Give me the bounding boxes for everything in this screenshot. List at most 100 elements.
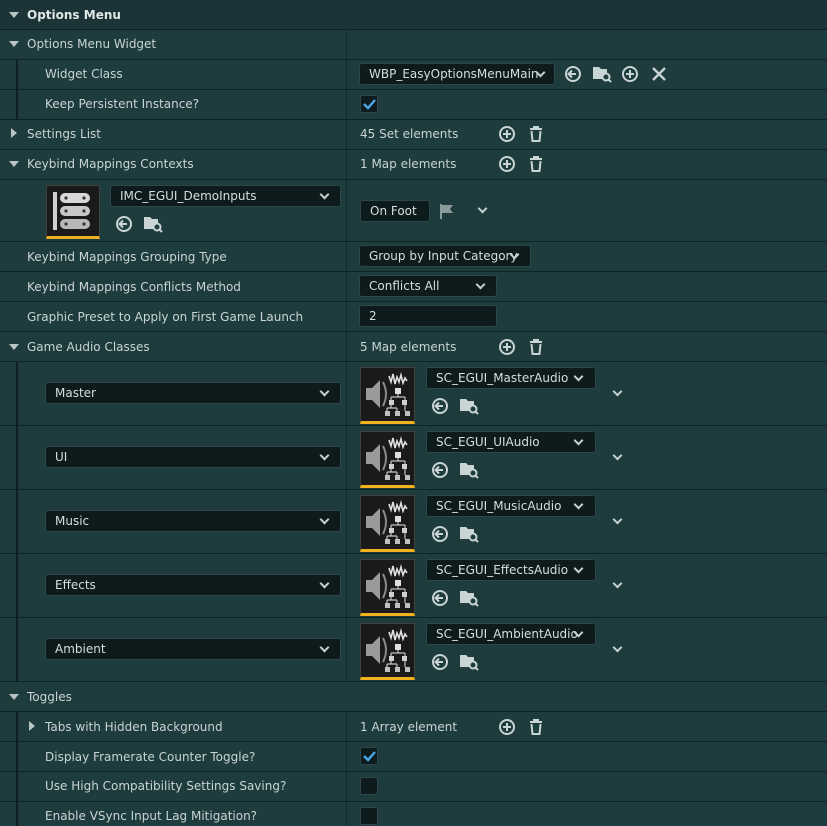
audio-key-dropdown[interactable]: Music xyxy=(45,510,341,532)
trash-icon[interactable] xyxy=(526,717,546,737)
chevron-down-icon[interactable] xyxy=(612,450,623,461)
grouping-type-dropdown[interactable]: Group by Input Category xyxy=(359,245,531,267)
audio-key-dropdown[interactable]: Master xyxy=(45,382,341,404)
keybind-value-text: On Foot xyxy=(370,204,417,218)
sound-class-thumbnail[interactable] xyxy=(360,431,415,488)
keep-persistent-checkbox[interactable] xyxy=(360,95,378,113)
folder-search-icon[interactable] xyxy=(458,524,480,544)
high-compat-label: Use High Compatibility Settings Saving? xyxy=(45,779,287,793)
chevron-down-icon xyxy=(319,450,330,461)
expand-icon[interactable] xyxy=(9,41,19,47)
chevron-down-icon xyxy=(573,563,584,574)
sound-class-value: SC_EGUI_AmbientAudio xyxy=(436,627,578,641)
input-context-thumbnail[interactable] xyxy=(46,185,100,239)
expand-right-icon[interactable] xyxy=(29,721,35,731)
options-menu-widget-label: Options Menu Widget xyxy=(27,37,157,51)
sound-class-icon xyxy=(366,499,410,544)
sound-class-thumbnail[interactable] xyxy=(360,367,415,424)
chevron-down-icon xyxy=(475,279,486,290)
sound-class-value: SC_EGUI_MasterAudio xyxy=(436,371,569,385)
conflicts-method-dropdown[interactable]: Conflicts All xyxy=(359,275,497,297)
trash-icon[interactable] xyxy=(526,337,546,357)
sound-class-icon xyxy=(366,627,410,672)
browse-arrow-icon[interactable] xyxy=(430,652,450,672)
grouping-type-label: Keybind Mappings Grouping Type xyxy=(27,250,227,264)
vsync-checkbox[interactable] xyxy=(360,807,378,825)
browse-arrow-icon[interactable] xyxy=(430,588,450,608)
flag-icon[interactable] xyxy=(438,202,456,220)
widget-class-value: WBP_EasyOptionsMenuMain xyxy=(369,67,539,81)
browse-arrow-icon[interactable] xyxy=(430,396,450,416)
audio-classes-count: 5 Map elements xyxy=(360,340,457,354)
graphic-preset-value: 2 xyxy=(369,309,377,323)
expand-icon[interactable] xyxy=(9,344,19,350)
keybind-contexts-label: Keybind Mappings Contexts xyxy=(27,157,194,171)
browse-arrow-icon[interactable] xyxy=(114,214,134,234)
plus-circle-icon[interactable] xyxy=(620,64,640,84)
chevron-down-icon xyxy=(573,499,584,510)
expand-icon[interactable] xyxy=(9,12,19,18)
sound-class-dropdown[interactable]: SC_EGUI_MusicAudio xyxy=(426,495,596,517)
chevron-down-icon[interactable] xyxy=(612,514,623,525)
section-title-options-menu: Options Menu xyxy=(27,8,121,22)
sound-class-thumbnail[interactable] xyxy=(360,559,415,616)
audio-key-dropdown[interactable]: Ambient xyxy=(45,638,341,660)
expand-icon[interactable] xyxy=(9,694,19,700)
audio-key-dropdown[interactable]: UI xyxy=(45,446,341,468)
folder-search-icon[interactable] xyxy=(458,460,480,480)
high-compat-checkbox[interactable] xyxy=(360,777,378,795)
keybind-contexts-count: 1 Map elements xyxy=(360,157,457,171)
plus-circle-icon[interactable] xyxy=(497,337,517,357)
plus-circle-icon[interactable] xyxy=(497,717,517,737)
x-icon[interactable] xyxy=(650,65,668,83)
sound-class-dropdown[interactable]: SC_EGUI_AmbientAudio xyxy=(426,623,596,645)
expand-icon[interactable] xyxy=(9,161,19,167)
trash-icon[interactable] xyxy=(526,154,546,174)
audio-key-dropdown[interactable]: Effects xyxy=(45,574,341,596)
toggles-label: Toggles xyxy=(27,690,72,704)
settings-list-count: 45 Set elements xyxy=(360,127,459,141)
browse-arrow-icon[interactable] xyxy=(430,460,450,480)
graphic-preset-input[interactable]: 2 xyxy=(359,305,497,327)
sound-class-dropdown[interactable]: SC_EGUI_EffectsAudio xyxy=(426,559,596,581)
framerate-toggle-checkbox[interactable] xyxy=(360,747,378,765)
chevron-down-icon xyxy=(319,189,330,200)
audio-key-value: Master xyxy=(55,386,96,400)
chevron-down-icon[interactable] xyxy=(477,203,488,214)
sound-class-value: SC_EGUI_MusicAudio xyxy=(436,499,562,513)
plus-circle-icon[interactable] xyxy=(497,124,517,144)
options-menu-header xyxy=(0,0,827,30)
expand-right-icon[interactable] xyxy=(11,128,17,138)
trash-icon[interactable] xyxy=(526,124,546,144)
audio-key-value: Ambient xyxy=(55,642,106,656)
chevron-down-icon[interactable] xyxy=(612,578,623,589)
input-context-value: IMC_EGUI_DemoInputs xyxy=(120,189,257,203)
sound-class-thumbnail[interactable] xyxy=(360,495,415,552)
folder-search-icon[interactable] xyxy=(458,396,480,416)
sound-class-value: SC_EGUI_EffectsAudio xyxy=(436,563,569,577)
browse-arrow-icon[interactable] xyxy=(563,64,583,84)
sound-class-thumbnail[interactable] xyxy=(360,623,415,680)
tabs-hidden-count: 1 Array element xyxy=(360,720,458,734)
sound-class-icon xyxy=(366,371,410,416)
folder-search-icon[interactable] xyxy=(142,214,164,234)
chevron-down-icon[interactable] xyxy=(612,386,623,397)
keep-persistent-label: Keep Persistent Instance? xyxy=(45,97,200,111)
folder-search-icon[interactable] xyxy=(591,64,613,84)
grouping-type-value: Group by Input Category xyxy=(369,249,518,263)
keybind-value-field[interactable]: On Foot xyxy=(360,200,430,222)
audio-classes-label: Game Audio Classes xyxy=(27,340,150,354)
folder-search-icon[interactable] xyxy=(458,652,480,672)
checkmark-icon xyxy=(363,751,376,762)
browse-arrow-icon[interactable] xyxy=(430,524,450,544)
plus-circle-icon[interactable] xyxy=(497,154,517,174)
chevron-down-icon[interactable] xyxy=(612,642,623,653)
folder-search-icon[interactable] xyxy=(458,588,480,608)
sound-class-dropdown[interactable]: SC_EGUI_UIAudio xyxy=(426,431,596,453)
input-context-dropdown[interactable]: IMC_EGUI_DemoInputs xyxy=(110,185,341,207)
widget-class-dropdown[interactable]: WBP_EasyOptionsMenuMain xyxy=(359,63,555,85)
sound-class-dropdown[interactable]: SC_EGUI_MasterAudio xyxy=(426,367,596,389)
tabs-hidden-label: Tabs with Hidden Background xyxy=(45,720,223,734)
sound-class-value: SC_EGUI_UIAudio xyxy=(436,435,540,449)
sound-class-icon xyxy=(366,435,410,480)
